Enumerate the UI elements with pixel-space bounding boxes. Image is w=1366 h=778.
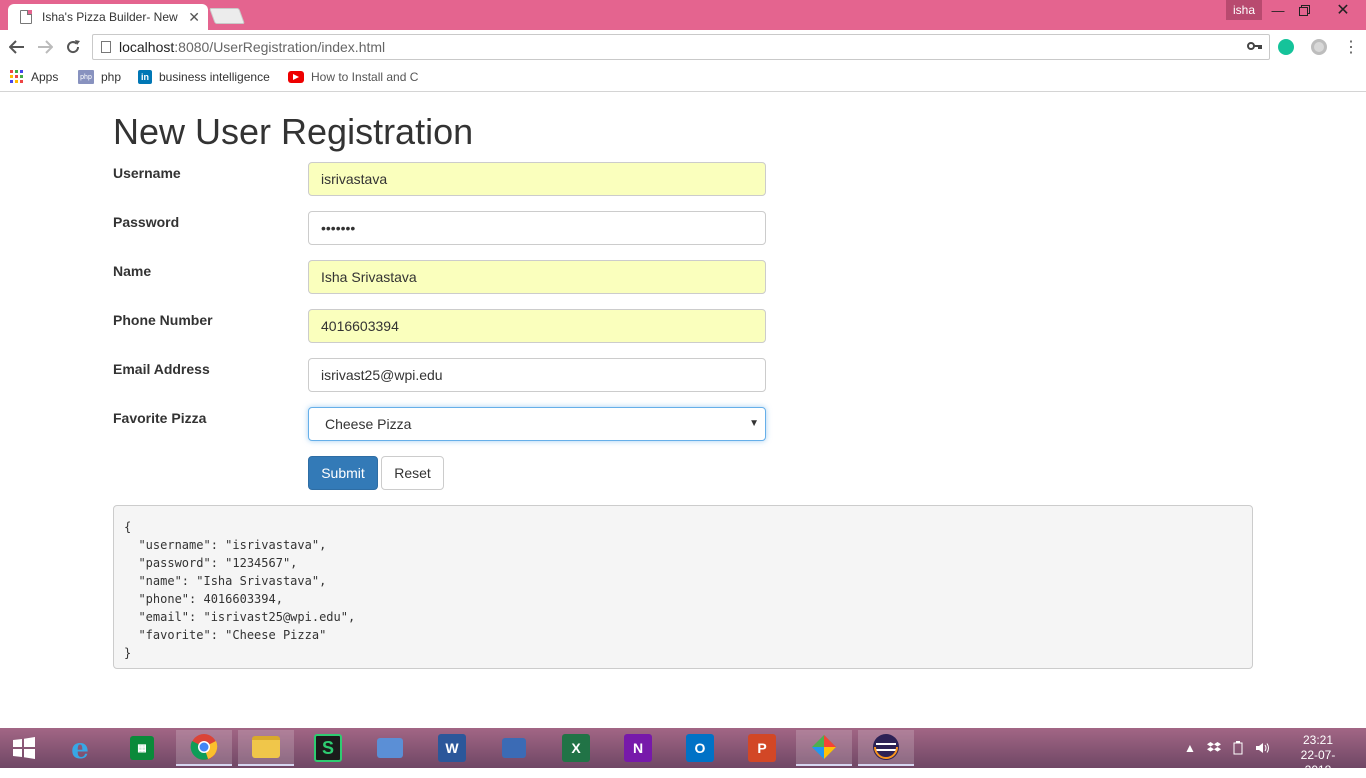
new-tab-button[interactable] (209, 8, 245, 24)
grammarly-icon[interactable] (1278, 39, 1294, 55)
eclipse-icon[interactable] (858, 730, 914, 766)
forward-icon[interactable] (34, 36, 56, 58)
bookmark-label: php (101, 70, 122, 84)
remote-desktop-icon[interactable] (362, 730, 418, 766)
file-explorer-icon[interactable] (238, 730, 294, 766)
bookmark-apps[interactable]: Apps (10, 70, 58, 84)
password-input[interactable] (308, 211, 766, 245)
browser-tab[interactable]: Isha's Pizza Builder- New ✕ (8, 4, 208, 30)
clock-time: 23:21 (1302, 733, 1334, 747)
submit-button[interactable]: Submit (308, 456, 378, 490)
system-clock[interactable]: 23:21 22-07-2018 (1290, 733, 1346, 778)
bookmark-label: How to Install and C (311, 70, 419, 84)
app-diamond-icon[interactable] (796, 730, 852, 766)
dropdown-arrow-icon: ▼ (749, 418, 759, 429)
browser-toolbar: localhost:8080/UserRegistration/index.ht… (0, 30, 1366, 64)
browser-title-bar: Isha's Pizza Builder- New ✕ isha — ✕ (0, 0, 1366, 30)
bookmark-business-intelligence[interactable]: in business intelligence (138, 70, 270, 84)
json-output: { "username": "isrivastava", "password":… (113, 505, 1253, 669)
minimize-icon[interactable]: — (1264, 0, 1292, 20)
menu-icon[interactable]: ⋮ (1340, 36, 1362, 58)
show-hidden-icons-icon[interactable]: ▲ (1184, 728, 1196, 768)
php-icon: php (78, 70, 94, 84)
bookmark-label: Apps (31, 70, 59, 84)
address-bar[interactable]: localhost:8080/UserRegistration/index.ht… (92, 34, 1270, 60)
linkedin-icon: in (138, 70, 152, 84)
key-icon[interactable] (1247, 39, 1263, 54)
phone-label: Phone Number (113, 312, 213, 328)
close-tab-icon[interactable]: ✕ (188, 9, 200, 26)
outlook-icon[interactable]: O (672, 730, 728, 766)
url-host: localhost (119, 39, 175, 55)
taskbar: e ▦ S W X N O P ▲ 23:21 22-07-2018 (0, 728, 1366, 777)
youtube-icon (288, 71, 304, 83)
excel-icon[interactable]: X (548, 730, 604, 766)
username-input[interactable] (308, 162, 766, 196)
powerpoint-icon[interactable]: P (734, 730, 790, 766)
favorite-pizza-value: Cheese Pizza (325, 416, 412, 432)
word-icon[interactable]: W (424, 730, 480, 766)
apps-grid-icon (10, 70, 24, 84)
page-info-icon[interactable] (101, 41, 111, 53)
profile-badge[interactable]: isha (1226, 0, 1262, 20)
reset-button[interactable]: Reset (381, 456, 444, 490)
url-path: :8080/UserRegistration/index.html (174, 39, 386, 55)
volume-icon[interactable] (1256, 728, 1270, 768)
favorite-pizza-select[interactable]: Cheese Pizza ▼ (308, 407, 766, 441)
favorite-pizza-label: Favorite Pizza (113, 410, 207, 426)
internet-explorer-icon[interactable]: e (52, 730, 108, 766)
reload-icon[interactable] (62, 36, 84, 58)
username-label: Username (113, 165, 181, 181)
page-content: New User Registration Username Password … (0, 93, 1366, 728)
email-label: Email Address (113, 361, 210, 377)
phone-input[interactable] (308, 309, 766, 343)
bookmark-php[interactable]: php php (78, 70, 121, 84)
battery-icon[interactable] (1232, 728, 1244, 768)
email-input[interactable] (308, 358, 766, 392)
bookmarks-bar: Apps php php in business intelligence Ho… (0, 64, 1366, 92)
store-icon[interactable]: ▦ (114, 730, 170, 766)
bookmark-label: business intelligence (159, 70, 270, 84)
name-input[interactable] (308, 260, 766, 294)
back-icon[interactable] (6, 36, 28, 58)
name-label: Name (113, 263, 152, 279)
close-window-icon[interactable]: ✕ (1326, 0, 1360, 20)
restore-icon[interactable] (1290, 0, 1318, 20)
clock-date: 22-07-2018 (1300, 748, 1336, 777)
extension-icon[interactable] (1311, 39, 1327, 55)
network-icon[interactable] (486, 730, 542, 766)
page-icon (20, 10, 32, 24)
app-s-icon[interactable]: S (300, 730, 356, 766)
tab-title: Isha's Pizza Builder- New (42, 10, 178, 24)
page-title: New User Registration (113, 111, 474, 152)
bookmark-how-to-install[interactable]: How to Install and C (288, 70, 418, 84)
windows-start-icon[interactable] (0, 730, 48, 766)
password-label: Password (113, 214, 180, 230)
onenote-icon[interactable]: N (610, 730, 666, 766)
dropbox-icon[interactable] (1207, 728, 1221, 768)
chrome-icon[interactable] (176, 730, 232, 766)
